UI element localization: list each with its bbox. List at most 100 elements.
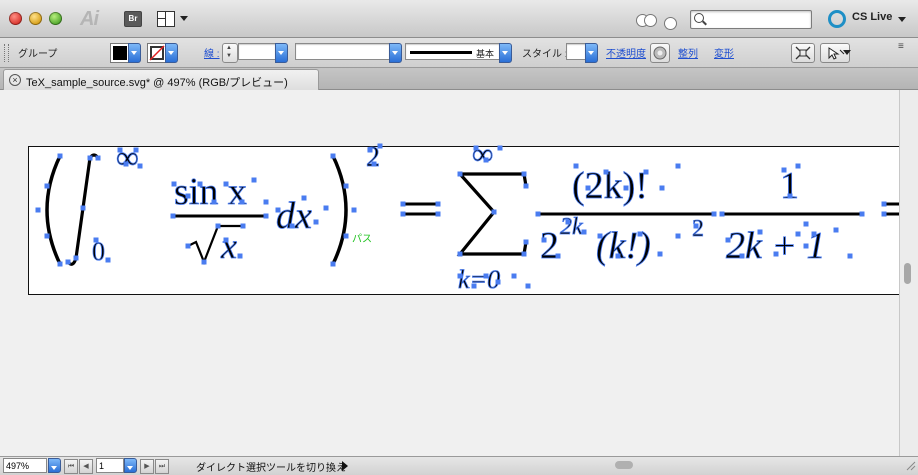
anchor-point[interactable] (803, 221, 809, 227)
anchor-point[interactable] (263, 199, 269, 205)
anchor-point[interactable] (95, 155, 101, 161)
document-canvas[interactable]: 0 ∞ sin x x dx 2 パス ∞ k=0 (2k)! 2 2k (k!… (0, 90, 908, 456)
status-menu-arrow-icon[interactable] (342, 461, 348, 471)
anchor-point[interactable] (400, 211, 406, 217)
anchor-point[interactable] (803, 243, 809, 249)
factorial-numerator[interactable]: (2k)! (572, 165, 649, 208)
anchor-point[interactable] (521, 171, 527, 177)
anchor-point[interactable] (795, 163, 801, 169)
bridge-button[interactable]: Br (124, 11, 142, 27)
align-link[interactable]: 整列 (678, 45, 698, 60)
search-field[interactable] (690, 10, 812, 29)
minimize-window-button[interactable] (29, 12, 42, 25)
cs-live-menu[interactable]: CS Live (852, 11, 892, 23)
control-bar-menu-icon[interactable]: ≡ (898, 41, 904, 52)
stroke-weight-stepper[interactable]: ▲ ▼ (222, 43, 238, 63)
isolate-group-button[interactable] (791, 43, 815, 63)
anchor-point[interactable] (211, 199, 217, 205)
artboard-number-field[interactable]: 1 (96, 458, 124, 473)
anchor-point[interactable] (525, 283, 531, 289)
anchor-point[interactable] (457, 251, 463, 257)
resize-grip-icon[interactable] (904, 459, 916, 471)
anchor-point[interactable] (35, 207, 41, 213)
horizontal-scroll-thumb[interactable] (615, 461, 633, 469)
anchor-point[interactable] (725, 237, 731, 243)
stroke-weight-link[interactable]: 線 : (204, 45, 220, 60)
anchor-point[interactable] (57, 261, 63, 267)
anchor-point[interactable] (719, 211, 725, 217)
anchor-point[interactable] (881, 201, 887, 207)
artboard-dropdown[interactable] (124, 458, 137, 473)
anchor-point[interactable] (495, 279, 501, 285)
anchor-point[interactable] (859, 211, 865, 217)
anchor-point[interactable] (73, 255, 79, 261)
anchor-point[interactable] (185, 193, 191, 199)
anchor-point[interactable] (471, 283, 477, 289)
anchor-point[interactable] (237, 253, 243, 259)
anchor-point[interactable] (483, 273, 489, 279)
fill-dropdown-button[interactable] (128, 43, 141, 63)
anchor-point[interactable] (643, 169, 649, 175)
opacity-link[interactable]: 不透明度 (606, 45, 646, 60)
anchor-point[interactable] (623, 185, 629, 191)
anchor-point[interactable] (615, 253, 621, 259)
anchor-point[interactable] (123, 161, 129, 167)
anchor-point[interactable] (881, 211, 887, 217)
anchor-point[interactable] (435, 211, 441, 217)
zoom-dropdown[interactable] (48, 458, 61, 473)
document-tab[interactable]: × TeX_sample_source.svg* @ 497% (RGB/プレビ… (3, 69, 319, 90)
anchor-point[interactable] (44, 183, 50, 189)
variable-width-field[interactable] (295, 43, 390, 60)
anchor-point[interactable] (675, 163, 681, 169)
anchor-point[interactable] (497, 145, 503, 151)
anchor-point[interactable] (275, 207, 281, 213)
anchor-point[interactable] (263, 213, 269, 219)
anchor-point[interactable] (343, 233, 349, 239)
anchor-point[interactable] (57, 153, 63, 159)
anchor-point[interactable] (400, 201, 406, 207)
anchor-point[interactable] (137, 163, 143, 169)
anchor-point[interactable] (811, 231, 817, 237)
anchor-point[interactable] (330, 261, 336, 267)
factorial-denominator-base[interactable]: 2 (540, 225, 560, 268)
anchor-point[interactable] (457, 171, 463, 177)
anchor-point[interactable] (435, 201, 441, 207)
sum-lower-limit[interactable]: k=0 (458, 265, 501, 295)
anchor-point[interactable] (693, 223, 699, 229)
fraction-numerator-sinx[interactable]: sin x (174, 171, 248, 214)
anchor-point[interactable] (565, 219, 571, 225)
anchor-point[interactable] (351, 207, 357, 213)
anchor-point[interactable] (377, 143, 383, 149)
anchor-point[interactable] (93, 237, 99, 243)
anchor-point[interactable] (483, 157, 489, 163)
anchor-point[interactable] (197, 181, 203, 187)
stroke-color-swatch[interactable] (147, 43, 167, 63)
sum-upper-limit[interactable]: ∞ (472, 138, 494, 172)
right-paren-glyph[interactable] (331, 155, 348, 265)
anchor-point[interactable] (65, 259, 71, 265)
stroke-dropdown-button[interactable] (165, 43, 178, 63)
zoom-window-button[interactable] (49, 12, 62, 25)
anchor-point[interactable] (171, 181, 177, 187)
anchor-point[interactable] (133, 147, 139, 153)
previous-artboard-button[interactable]: ◀ (79, 459, 93, 474)
factorial-denominator-exponent2[interactable]: 2 (692, 216, 705, 243)
anchor-point[interactable] (573, 163, 579, 169)
cs-live-icon[interactable] (828, 10, 846, 28)
integral-upper-limit[interactable]: ∞ (116, 139, 140, 176)
panel-grip[interactable] (4, 44, 9, 62)
last-artboard-button[interactable]: ⏭ (155, 459, 169, 474)
variable-width-dropdown[interactable] (389, 43, 402, 63)
fill-color-swatch[interactable] (110, 43, 130, 63)
close-window-button[interactable] (9, 12, 22, 25)
anchor-point[interactable] (523, 183, 529, 189)
anchor-point[interactable] (781, 167, 787, 173)
graphic-style-dropdown[interactable] (585, 43, 598, 63)
anchor-point[interactable] (585, 185, 591, 191)
reciprocal-denominator[interactable]: 2k + 1 (726, 225, 826, 268)
workspace-switcher[interactable] (636, 11, 677, 30)
anchor-point[interactable] (105, 257, 111, 263)
anchor-point[interactable] (491, 209, 497, 215)
anchor-point[interactable] (657, 251, 663, 257)
anchor-point[interactable] (223, 237, 229, 243)
